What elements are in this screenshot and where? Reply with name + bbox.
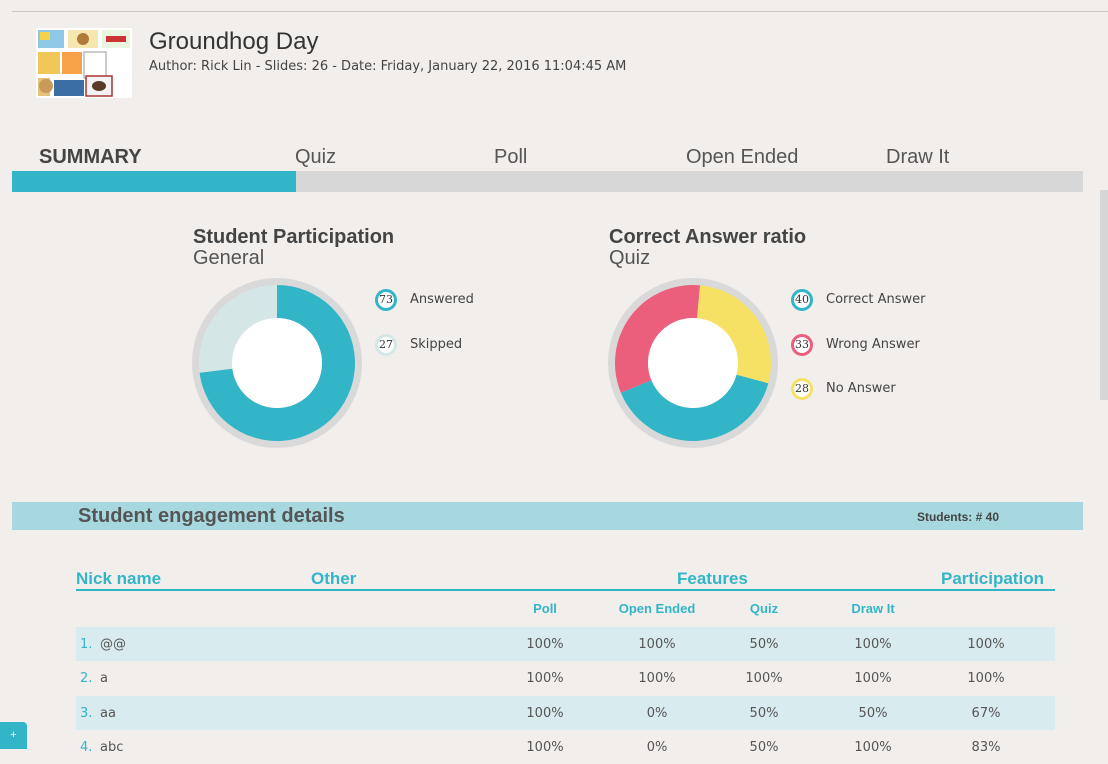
- legend-correct-count: 40: [791, 289, 813, 311]
- legend-no-answer-label: No Answer: [826, 381, 896, 396]
- subheader-poll: Poll: [533, 601, 557, 616]
- legend-skipped-count: 27: [375, 334, 397, 356]
- row-index: 3.: [80, 706, 93, 721]
- row-index: 4.: [80, 740, 93, 755]
- row-nick-name: aa: [100, 706, 116, 721]
- engagement-section-bar: Student engagement details Students: # 4…: [12, 502, 1083, 530]
- lesson-meta: Author: Rick Lin - Slides: 26 - Date: Fr…: [149, 59, 627, 74]
- subheader-draw-it: Draw It: [851, 601, 895, 616]
- participation-title: Student Participation: [193, 226, 395, 248]
- legend-wrong-count: 33: [791, 334, 813, 356]
- row-poll: 100%: [526, 740, 564, 755]
- row-poll: 100%: [526, 671, 564, 686]
- row-poll: 100%: [526, 637, 564, 652]
- table-row[interactable]: 1. @@ 100% 100% 50% 100% 100%: [76, 627, 1055, 661]
- tab-poll[interactable]: Poll: [494, 146, 527, 169]
- header-nick-name: Nick name: [76, 569, 162, 588]
- table-row[interactable]: 2. a 100% 100% 100% 100% 100%: [76, 661, 1055, 695]
- correct-ratio-center-hole: [648, 318, 738, 408]
- tab-draw-it[interactable]: Draw It: [886, 146, 949, 169]
- thumbnail-collage-icon: [38, 30, 130, 97]
- chat-tab-button[interactable]: +: [0, 722, 27, 749]
- subheader-open-ended: Open Ended: [618, 601, 696, 616]
- page-scrollbar[interactable]: [1100, 190, 1108, 400]
- row-open-ended: 0%: [646, 706, 668, 721]
- tab-bar: SUMMARY Quiz Poll Open Ended Draw It: [12, 146, 1083, 192]
- correct-ratio-donut-chart: [608, 278, 778, 448]
- row-poll: 100%: [526, 706, 564, 721]
- row-draw-it: 50%: [858, 706, 888, 721]
- row-participation: 100%: [967, 671, 1005, 686]
- engagement-title: Student engagement details: [78, 505, 345, 527]
- lesson-title: Groundhog Day: [149, 28, 319, 55]
- correct-ratio-subtitle: Quiz: [609, 247, 651, 269]
- legend-answered-count: 73: [375, 289, 397, 311]
- row-participation: 83%: [971, 740, 1001, 755]
- row-draw-it: 100%: [854, 637, 892, 652]
- row-open-ended: 0%: [646, 740, 668, 755]
- header-features: Features: [677, 569, 748, 588]
- row-nick-name: a: [100, 671, 108, 686]
- tab-summary[interactable]: SUMMARY: [39, 146, 142, 169]
- legend-answered-label: Answered: [410, 292, 474, 307]
- row-participation: 100%: [967, 637, 1005, 652]
- tab-progress-track: [12, 171, 1083, 192]
- subheader-quiz: Quiz: [749, 601, 779, 616]
- lesson-thumbnail: [36, 28, 132, 98]
- table-row[interactable]: 3. aa 100% 0% 50% 50% 67%: [76, 696, 1055, 730]
- table-row[interactable]: 4. abc 100% 0% 50% 100% 83%: [76, 730, 1055, 764]
- row-quiz: 50%: [749, 706, 779, 721]
- row-open-ended: 100%: [638, 637, 676, 652]
- tab-open-ended[interactable]: Open Ended: [686, 146, 798, 169]
- top-divider: [12, 11, 1108, 12]
- table-header-underline: [76, 589, 1055, 591]
- row-participation: 67%: [971, 706, 1001, 721]
- row-draw-it: 100%: [854, 671, 892, 686]
- header-participation: Participation: [941, 569, 1044, 588]
- row-quiz: 100%: [745, 671, 783, 686]
- row-quiz: 50%: [749, 637, 779, 652]
- header-other: Other: [311, 569, 357, 588]
- legend-wrong-label: Wrong Answer: [826, 337, 920, 352]
- row-open-ended: 100%: [638, 671, 676, 686]
- legend-no-answer-count: 28: [791, 378, 813, 400]
- tab-quiz[interactable]: Quiz: [295, 146, 336, 169]
- legend-skipped-label: Skipped: [410, 337, 463, 352]
- students-count: Students: # 40: [916, 510, 999, 524]
- legend-correct-label: Correct Answer: [826, 292, 926, 307]
- correct-ratio-title: Correct Answer ratio: [609, 226, 807, 248]
- tab-progress-fill: [12, 171, 296, 192]
- row-quiz: 50%: [749, 740, 779, 755]
- participation-donut-chart: [192, 278, 362, 448]
- participation-subtitle: General: [193, 247, 265, 269]
- participation-center-hole: [232, 318, 322, 408]
- row-draw-it: 100%: [854, 740, 892, 755]
- row-index: 1.: [80, 637, 93, 652]
- row-nick-name: abc: [100, 740, 124, 755]
- row-index: 2.: [80, 671, 93, 686]
- row-nick-name: @@: [100, 637, 126, 652]
